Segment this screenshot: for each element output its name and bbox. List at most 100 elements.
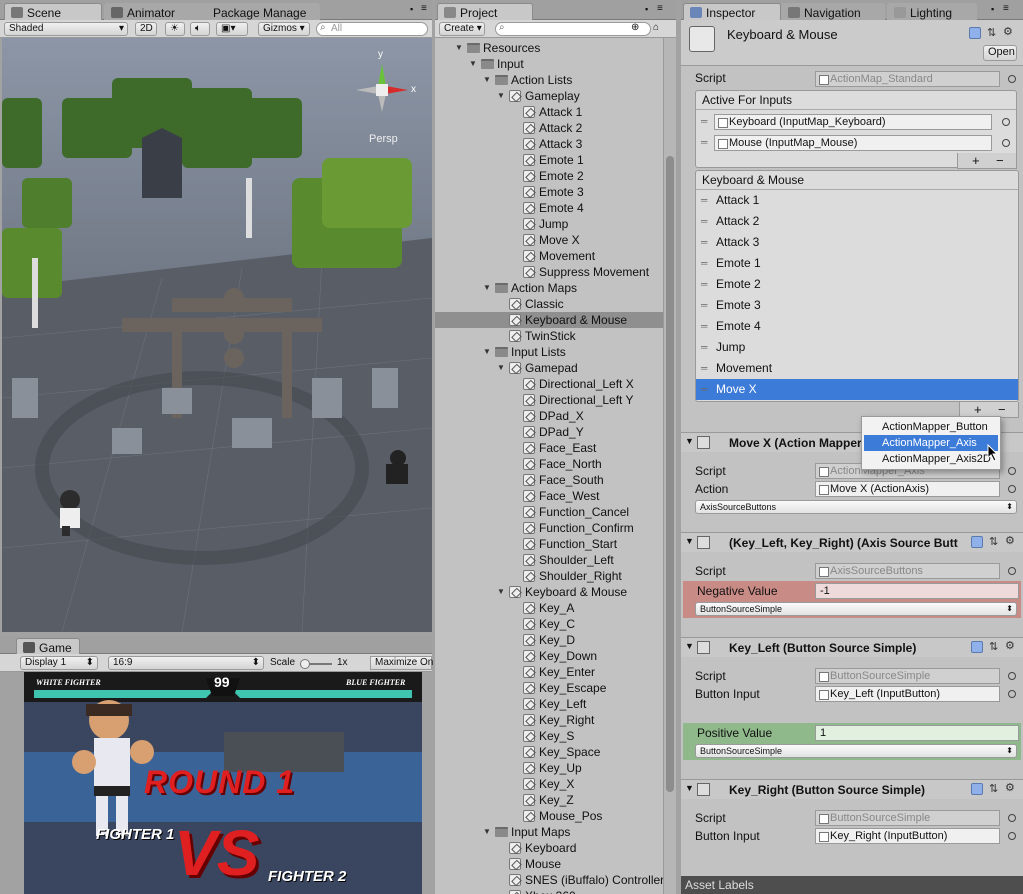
expand-toggle-icon[interactable]: ▼	[483, 280, 491, 296]
object-picker-icon[interactable]	[1002, 139, 1010, 147]
expand-toggle-icon[interactable]: ▼	[483, 344, 491, 360]
tab-game[interactable]: Game	[16, 638, 80, 655]
c1-source-dropdown[interactable]: AxisSourceButtons	[695, 500, 1017, 514]
light-toggle-icon[interactable]: ☀	[165, 22, 185, 36]
tree-row[interactable]: Function_Start	[435, 536, 663, 552]
tree-row[interactable]: Key_Right	[435, 712, 663, 728]
effects-dropdown-icon[interactable]: ▣▾	[216, 22, 248, 36]
asset-labels-bar[interactable]: Asset Labels	[681, 876, 1023, 894]
expand-toggle-icon[interactable]: ▼	[483, 824, 491, 840]
tree-row[interactable]: Face_North	[435, 456, 663, 472]
audio-toggle-icon[interactable]: 🔈︎	[190, 22, 210, 36]
tree-row[interactable]: Key_Enter	[435, 664, 663, 680]
tree-row[interactable]: ▼ Action Maps	[435, 280, 663, 296]
project-menu-icon[interactable]: ≡	[657, 3, 663, 14]
tab-lighting[interactable]: Lighting	[887, 3, 977, 20]
c5-script-picker-icon[interactable]	[1008, 814, 1016, 822]
menu-icon[interactable]: ≡	[421, 3, 427, 14]
tree-row[interactable]: Suppress Movement	[435, 264, 663, 280]
c3-preset-icon[interactable]: ⇅	[989, 640, 998, 653]
filter-label-icon[interactable]: ⌂	[653, 22, 659, 33]
tab-project[interactable]: Project	[437, 3, 533, 20]
tree-row[interactable]: Key_A	[435, 600, 663, 616]
tab-navigation[interactable]: Navigation	[781, 3, 885, 20]
c2-script-picker-icon[interactable]	[1008, 567, 1016, 575]
tree-row[interactable]: ▼ Input Lists	[435, 344, 663, 360]
lock-icon[interactable]: ▪	[410, 4, 413, 14]
scene-search-input[interactable]: All	[316, 22, 428, 36]
tree-row[interactable]: Key_Down	[435, 648, 663, 664]
c3-script-picker-icon[interactable]	[1008, 672, 1016, 680]
tree-row[interactable]: Key_Up	[435, 760, 663, 776]
scene-viewport[interactable]: y x Persp	[2, 38, 432, 632]
inspector-lock-icon[interactable]: ▪	[991, 4, 994, 14]
tree-row[interactable]: DPad_Y	[435, 424, 663, 440]
project-lock-icon[interactable]: ▪	[645, 4, 648, 14]
action-map-item[interactable]: Attack 1	[696, 190, 1018, 211]
c3-help-icon[interactable]	[971, 641, 983, 653]
c5-preset-icon[interactable]: ⇅	[989, 782, 998, 795]
tree-row[interactable]: ▼ Keyboard & Mouse	[435, 584, 663, 600]
c1-script-picker-icon[interactable]	[1008, 467, 1016, 475]
action-map-item[interactable]: Movement	[696, 358, 1018, 379]
component-header-axis-source[interactable]: ▼ (Key_Left, Key_Right) (Axis Source But…	[681, 532, 1023, 552]
expand-toggle-icon[interactable]: ▼	[497, 584, 505, 600]
tab-scene[interactable]: Scene	[4, 3, 102, 20]
2d-toggle[interactable]: 2D	[135, 22, 157, 36]
tree-row[interactable]: ▼ Gamepad	[435, 360, 663, 376]
filter-type-icon[interactable]: ⊕	[631, 22, 639, 33]
c5-help-icon[interactable]	[971, 783, 983, 795]
tree-row[interactable]: Mouse	[435, 856, 663, 872]
c1-action-picker-icon[interactable]	[1008, 485, 1016, 493]
tree-row[interactable]: Key_S	[435, 728, 663, 744]
tree-row[interactable]: Shoulder_Right	[435, 568, 663, 584]
tree-row[interactable]: ▼ Resources	[435, 40, 663, 56]
tree-row[interactable]: Emote 2	[435, 168, 663, 184]
popup-menu-item[interactable]: ActionMapper_Axis	[864, 435, 998, 451]
action-map-item[interactable]: Attack 3	[696, 232, 1018, 253]
drag-handle-icon[interactable]: ═	[701, 137, 707, 147]
active-input-field[interactable]: Keyboard (InputMap_Keyboard)	[714, 114, 992, 130]
inspector-menu-icon[interactable]: ≡	[1003, 3, 1009, 14]
expand-toggle-icon[interactable]: ▼	[469, 56, 477, 72]
tree-row[interactable]: Key_D	[435, 632, 663, 648]
expand-toggle-icon[interactable]: ▼	[455, 40, 463, 56]
script-picker-icon[interactable]	[1008, 75, 1016, 83]
c2-gear-icon[interactable]: ⚙	[1005, 534, 1015, 547]
tree-row[interactable]: ▼ Gameplay	[435, 88, 663, 104]
object-picker-icon[interactable]	[1002, 118, 1010, 126]
tree-row[interactable]: ▼ Input	[435, 56, 663, 72]
c1-action-field[interactable]: Move X (ActionAxis)	[815, 481, 1000, 497]
gizmos-dropdown[interactable]: Gizmos ▾	[258, 22, 310, 36]
expand-toggle-icon[interactable]: ▼	[497, 88, 505, 104]
expand-toggle-icon[interactable]: ▼	[483, 72, 491, 88]
tree-row[interactable]: Keyboard & Mouse	[435, 312, 663, 328]
create-dropdown[interactable]: Create ▾	[439, 22, 485, 36]
tree-row[interactable]: ▼ Input Maps	[435, 824, 663, 840]
tree-row[interactable]: Attack 3	[435, 136, 663, 152]
scale-slider[interactable]	[300, 659, 332, 669]
tree-row[interactable]: Emote 4	[435, 200, 663, 216]
popup-menu-item[interactable]: ActionMapper_Axis2D	[864, 451, 998, 467]
tree-row[interactable]: Classic	[435, 296, 663, 312]
active-add-button[interactable]: +	[972, 153, 980, 168]
action-map-item[interactable]: Attack 2	[696, 211, 1018, 232]
tree-row[interactable]: DPad_X	[435, 408, 663, 424]
tree-row[interactable]: Key_C	[435, 616, 663, 632]
drag-handle-icon[interactable]: ═	[701, 116, 707, 126]
c3-input-picker-icon[interactable]	[1008, 690, 1016, 698]
open-button[interactable]: Open	[983, 45, 1017, 61]
action-map-item[interactable]: Emote 4	[696, 316, 1018, 337]
tree-row[interactable]: Emote 3	[435, 184, 663, 200]
c2-preset-icon[interactable]: ⇅	[989, 535, 998, 548]
tab-package-manager[interactable]: Package Manage	[190, 3, 320, 20]
negative-value-input[interactable]: -1	[815, 583, 1019, 599]
tree-row[interactable]: Directional_Left X	[435, 376, 663, 392]
tree-row[interactable]: TwinStick	[435, 328, 663, 344]
c3-input-field[interactable]: Key_Left (InputButton)	[815, 686, 1000, 702]
tree-row[interactable]: Movement	[435, 248, 663, 264]
tree-row[interactable]: Face_South	[435, 472, 663, 488]
positive-value-input[interactable]: 1	[815, 725, 1019, 741]
active-input-field[interactable]: Mouse (InputMap_Mouse)	[714, 135, 992, 151]
tree-row[interactable]: Face_West	[435, 488, 663, 504]
